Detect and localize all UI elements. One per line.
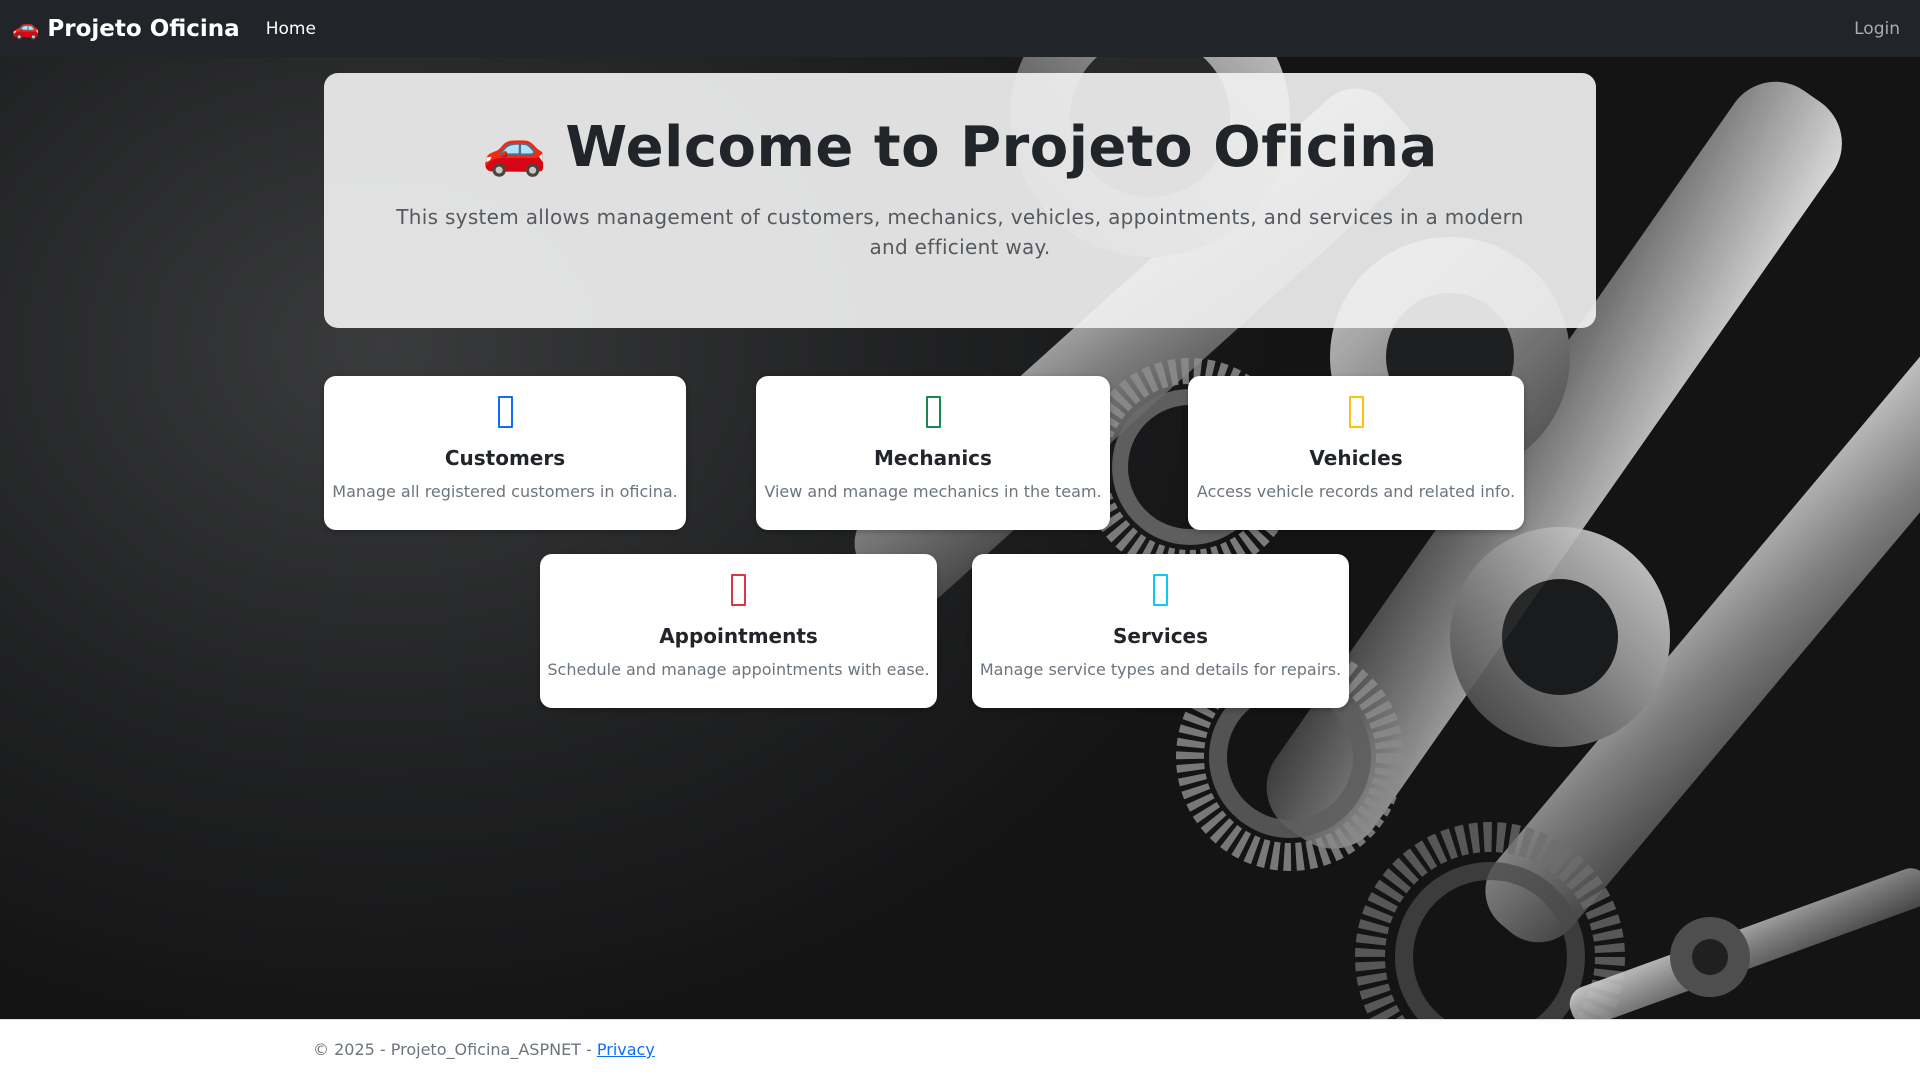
wrench-icon — [925, 396, 941, 428]
welcome-title: 🚗 Welcome to Projeto Oficina — [324, 115, 1596, 180]
card-description: Manage service types and details for rep… — [979, 660, 1342, 679]
brand-link[interactable]: 🚗 Projeto Oficina — [12, 16, 240, 42]
footer-text: © 2025 - Projeto_Oficina_ASPNET - Privac… — [313, 1040, 655, 1059]
footer-copyright: © 2025 - Projeto_Oficina_ASPNET - — [313, 1040, 597, 1059]
people-icon — [497, 396, 513, 428]
brand-text: Projeto Oficina — [47, 15, 240, 42]
card-services[interactable]: Services Manage service types and detail… — [972, 554, 1349, 708]
welcome-subtitle: This system allows management of custome… — [396, 205, 1524, 259]
card-appointments[interactable]: Appointments Schedule and manage appoint… — [540, 554, 937, 708]
tools-icon — [1153, 574, 1168, 606]
card-title: Mechanics — [874, 446, 992, 470]
card-vehicles[interactable]: Vehicles Access vehicle records and rela… — [1188, 376, 1524, 530]
welcome-panel: 🚗 Welcome to Projeto Oficina This system … — [324, 73, 1596, 328]
car-icon: 🚗 — [12, 15, 40, 41]
card-title: Appointments — [659, 624, 818, 648]
card-description: Schedule and manage appointments with ea… — [547, 660, 930, 679]
footer: © 2025 - Projeto_Oficina_ASPNET - Privac… — [0, 1019, 1920, 1080]
welcome-title-text: Welcome to Projeto Oficina — [565, 115, 1438, 180]
card-customers[interactable]: Customers Manage all registered customer… — [324, 376, 686, 530]
car-icon: 🚗 — [482, 119, 548, 179]
calendar-icon — [731, 574, 746, 606]
card-title: Vehicles — [1309, 446, 1403, 470]
card-title: Customers — [444, 446, 566, 470]
car-icon — [1348, 396, 1364, 428]
card-title: Services — [1112, 624, 1209, 648]
navbar: 🚗 Projeto Oficina Home Login — [0, 0, 1920, 57]
card-description: Access vehicle records and related info. — [1196, 482, 1516, 501]
privacy-link[interactable]: Privacy — [597, 1040, 655, 1059]
pliers-shape — [1569, 868, 1920, 1019]
login-link[interactable]: Login — [1854, 19, 1900, 39]
card-mechanics[interactable]: Mechanics View and manage mechanics in t… — [756, 376, 1110, 530]
gear-shape — [1355, 822, 1625, 1019]
card-description: View and manage mechanics in the team. — [764, 482, 1102, 501]
card-description: Manage all registered customers in ofici… — [332, 482, 678, 501]
nav-home-link[interactable]: Home — [266, 19, 316, 39]
